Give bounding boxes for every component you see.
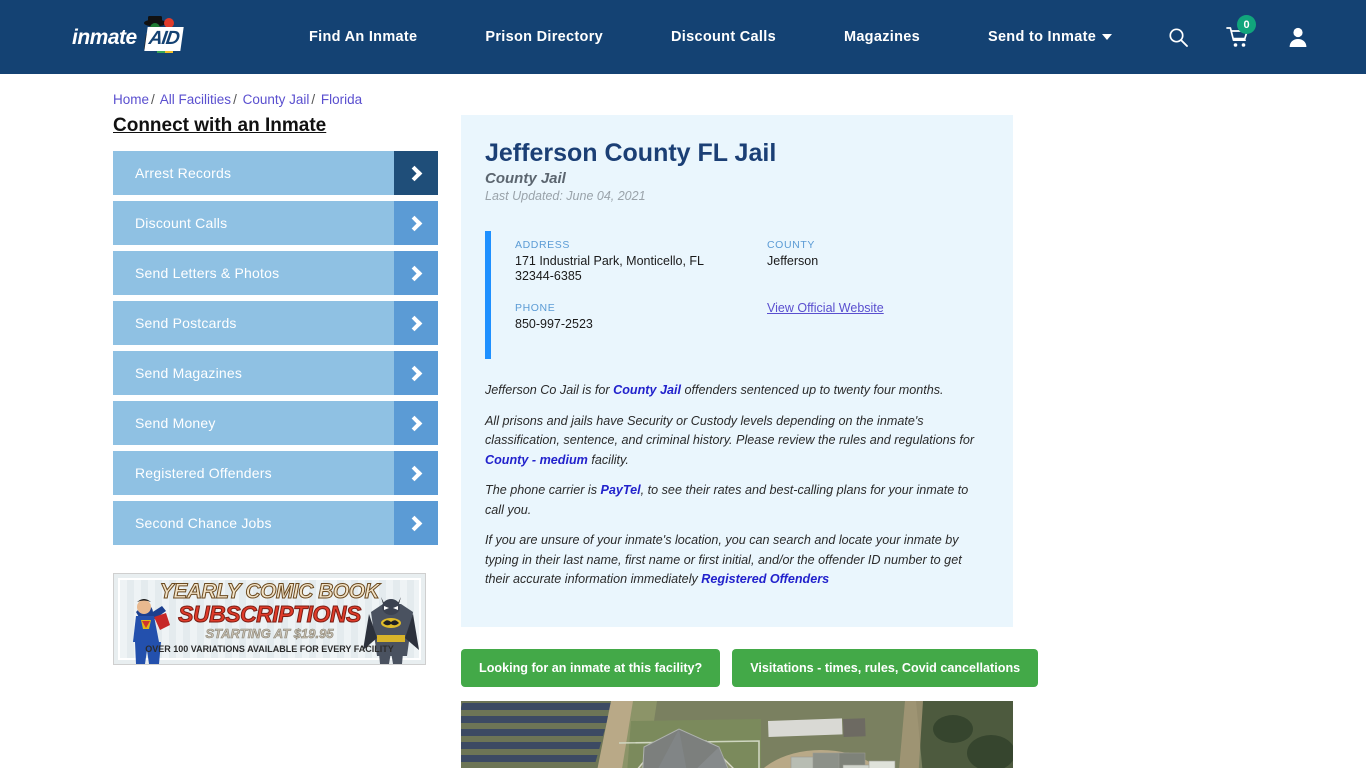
breadcrumb-item-home[interactable]: Home xyxy=(113,92,149,107)
site-logo[interactable]: inmate AID xyxy=(72,15,197,59)
page-title: Jefferson County FL Jail xyxy=(485,139,777,167)
phone-value: 850-997-2523 xyxy=(515,316,593,331)
last-updated-text: Last Updated: June 04, 2021 xyxy=(485,189,646,203)
sidebar-item-label: Send Letters & Photos xyxy=(135,265,280,281)
description-paragraph-1: Jefferson Co Jail is for County Jail off… xyxy=(485,381,989,401)
sidebar-item-label: Registered Offenders xyxy=(135,465,272,481)
link-paytel[interactable]: PayTel xyxy=(601,483,641,497)
sidebar-item-send-letters-photos[interactable]: Send Letters & Photos xyxy=(113,251,438,295)
ad-price-line: STARTING AT $19.95 xyxy=(205,626,334,642)
looking-for-inmate-button[interactable]: Looking for an inmate at this facility? xyxy=(461,648,721,687)
sidebar-item-label: Arrest Records xyxy=(135,165,232,181)
facility-info-block: ADDRESS 171 Industrial Park, Monticello,… xyxy=(485,231,989,360)
main-content: Jefferson County FL Jail County Jail Las… xyxy=(461,115,1039,768)
description-paragraph-4: If you are unsure of your inmate's locat… xyxy=(485,531,989,590)
link-county-medium[interactable]: County - medium xyxy=(485,453,588,467)
ad-subtext-line: OVER 100 VARIATIONS AVAILABLE FOR EVERY … xyxy=(145,644,394,654)
phone-label: PHONE xyxy=(515,301,556,314)
ad-headline-line2: SUBSCRIPTIONS xyxy=(178,601,362,628)
breadcrumb: Home / All Facilities / County Jail / Flori… xyxy=(113,92,1366,107)
chevron-down-icon xyxy=(1102,34,1113,41)
sidebar-item-label: Second Chance Jobs xyxy=(135,515,272,531)
breadcrumb-item-county-jail[interactable]: County Jail xyxy=(243,92,310,107)
sidebar-item-send-magazines[interactable]: Send Magazines xyxy=(113,351,438,395)
paragraph-text: All prisons and jails have Security or C… xyxy=(485,413,975,448)
nav-label: Find An Inmate xyxy=(309,29,418,45)
chevron-right-icon xyxy=(394,501,438,545)
sidebar-item-send-postcards[interactable]: Send Postcards xyxy=(113,301,438,345)
link-registered-offenders[interactable]: Registered Offenders xyxy=(701,572,829,586)
info-column-right: COUNTY Jefferson View Official Website xyxy=(737,239,989,349)
sidebar-title: Connect with an Inmate xyxy=(113,115,327,136)
cart-icon[interactable]: 0 xyxy=(1226,15,1256,49)
sidebar-item-label: Send Money xyxy=(135,415,216,431)
facility-card: Jefferson County FL Jail County Jail Las… xyxy=(461,115,1013,627)
sidebar-item-label: Send Postcards xyxy=(135,315,237,331)
nav-magazines[interactable]: Magazines xyxy=(810,29,954,45)
sidebar-item-arrest-records[interactable]: Arrest Records xyxy=(113,151,438,195)
paragraph-text: Jefferson Co Jail is for xyxy=(485,383,614,398)
chevron-right-icon xyxy=(394,451,438,495)
description-paragraph-2: All prisons and jails have Security or C… xyxy=(485,412,989,471)
info-column-left: ADDRESS 171 Industrial Park, Monticello,… xyxy=(515,239,737,349)
county-value: Jefferson xyxy=(767,254,819,268)
breadcrumb-item-florida[interactable]: Florida xyxy=(321,92,362,107)
address-label: ADDRESS xyxy=(515,239,570,251)
paragraph-text: offenders sentenced up to twenty four mo… xyxy=(680,383,944,398)
breadcrumb-separator: / xyxy=(151,92,155,107)
sidebar: Connect with an Inmate Arrest Records Di… xyxy=(113,115,438,768)
sidebar-item-registered-offenders[interactable]: Registered Offenders xyxy=(113,451,438,495)
breadcrumb-item-all-facilities[interactable]: All Facilities xyxy=(160,92,231,107)
sidebar-item-discount-calls[interactable]: Discount Calls xyxy=(113,201,438,245)
link-county-jail[interactable]: County Jail xyxy=(613,383,681,397)
chevron-right-icon xyxy=(394,351,438,395)
facility-aerial-image xyxy=(461,700,1013,768)
comic-book-subscription-ad[interactable]: YEARLY COMIC BOOK SUBSCRIPTIONS STARTING… xyxy=(113,573,426,665)
cart-count-badge: 0 xyxy=(1237,15,1256,34)
visitations-info-button[interactable]: Visitations - times, rules, Covid cancel… xyxy=(732,648,1039,687)
chevron-right-icon xyxy=(394,301,438,345)
description-paragraph-3: The phone carrier is PayTel, to see thei… xyxy=(485,481,989,520)
nav-label: Prison Directory xyxy=(485,29,604,45)
sidebar-item-label: Discount Calls xyxy=(135,215,228,231)
view-official-website-link[interactable]: View Official Website xyxy=(767,301,884,315)
facility-description: Jefferson Co Jail is for County Jail off… xyxy=(485,381,989,590)
address-value: 171 Industrial Park, Monticello, FL 3234… xyxy=(515,254,704,283)
paragraph-text: facility. xyxy=(587,452,629,467)
breadcrumb-separator: / xyxy=(311,92,316,107)
nav-send-to-inmate[interactable]: Send to Inmate xyxy=(954,29,1146,45)
content-columns: Connect with an Inmate Arrest Records Di… xyxy=(0,115,1366,768)
chevron-right-icon xyxy=(394,201,438,245)
facility-type: County Jail xyxy=(485,170,566,187)
sidebar-item-send-money[interactable]: Send Money xyxy=(113,401,438,445)
county-label: COUNTY xyxy=(767,239,815,251)
header-icon-group: 0 xyxy=(1166,0,1310,74)
site-header: inmate AID Find An Inmate Prison Directo… xyxy=(0,0,1366,74)
nav-find-an-inmate[interactable]: Find An Inmate xyxy=(275,29,451,45)
nav-label: Send to Inmate xyxy=(987,29,1097,45)
chevron-right-icon xyxy=(394,401,438,445)
page-body: Home / All Facilities / County Jail / Flori… xyxy=(0,92,1366,768)
paragraph-text: The phone carrier is xyxy=(485,483,601,498)
nav-discount-calls[interactable]: Discount Calls xyxy=(637,29,810,45)
chevron-right-icon xyxy=(394,251,438,295)
sidebar-item-second-chance-jobs[interactable]: Second Chance Jobs xyxy=(113,501,438,545)
search-icon[interactable] xyxy=(1166,25,1190,49)
cta-button-row: Looking for an inmate at this facility? … xyxy=(461,648,1039,687)
breadcrumb-separator: / xyxy=(233,92,237,107)
logo-wordmark: inmate xyxy=(72,25,137,49)
logo-aid-badge: AID xyxy=(144,27,184,51)
chevron-right-icon xyxy=(394,151,438,195)
nav-label: Discount Calls xyxy=(671,29,776,45)
sidebar-item-label: Send Magazines xyxy=(135,365,243,381)
nav-label: Magazines xyxy=(843,29,920,45)
main-navigation: Find An Inmate Prison Directory Discount… xyxy=(275,29,1146,45)
nav-prison-directory[interactable]: Prison Directory xyxy=(451,29,637,45)
user-icon[interactable] xyxy=(1286,25,1310,49)
